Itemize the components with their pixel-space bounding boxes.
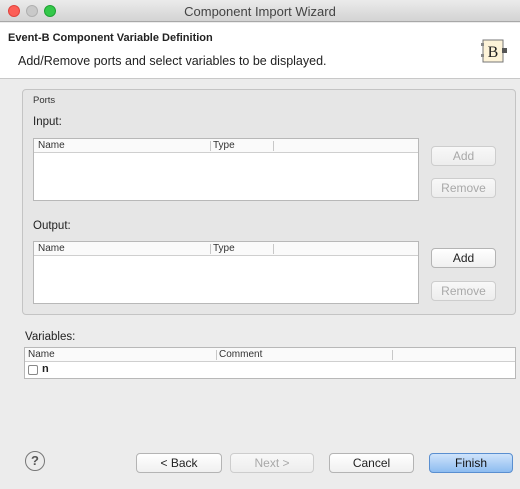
variable-checkbox[interactable] bbox=[28, 365, 38, 375]
input-col-name[interactable]: Name bbox=[38, 140, 65, 151]
variables-table[interactable]: Name Comment n bbox=[24, 347, 516, 379]
back-button[interactable]: < Back bbox=[136, 453, 222, 473]
window-title: Component Import Wizard bbox=[184, 4, 336, 19]
logo-letter: B bbox=[488, 44, 499, 61]
variables-table-header: Name Comment bbox=[25, 348, 515, 362]
wizard-page-title: Event-B Component Variable Definition bbox=[8, 32, 213, 44]
input-table-header: Name Type bbox=[34, 139, 418, 153]
event-b-logo-icon: B bbox=[481, 39, 507, 63]
input-remove-button[interactable]: Remove bbox=[431, 178, 496, 198]
finish-button[interactable]: Finish bbox=[429, 453, 513, 473]
help-icon[interactable]: ? bbox=[25, 451, 45, 471]
input-add-button[interactable]: Add bbox=[431, 146, 496, 166]
output-add-button[interactable]: Add bbox=[431, 248, 496, 268]
wizard-header: Event-B Component Variable Definition Ad… bbox=[0, 23, 520, 79]
ports-group-title: Ports bbox=[33, 95, 56, 106]
input-label: Input: bbox=[33, 116, 62, 128]
variables-col-name[interactable]: Name bbox=[28, 349, 55, 360]
output-col-type[interactable]: Type bbox=[213, 243, 235, 254]
wizard-page-description: Add/Remove ports and select variables to… bbox=[18, 54, 327, 68]
output-col-name[interactable]: Name bbox=[38, 243, 65, 254]
next-button[interactable]: Next > bbox=[230, 453, 314, 473]
variables-label: Variables: bbox=[25, 331, 76, 343]
output-label: Output: bbox=[33, 220, 71, 232]
variables-col-comment[interactable]: Comment bbox=[219, 349, 262, 360]
title-bar: Component Import Wizard bbox=[0, 0, 520, 22]
input-ports-table[interactable]: Name Type bbox=[33, 138, 419, 201]
output-remove-button[interactable]: Remove bbox=[431, 281, 496, 301]
input-col-type[interactable]: Type bbox=[213, 140, 235, 151]
cancel-button[interactable]: Cancel bbox=[329, 453, 414, 473]
output-ports-table[interactable]: Name Type bbox=[33, 241, 419, 304]
variable-row[interactable]: n bbox=[25, 363, 515, 377]
variable-name: n bbox=[42, 363, 49, 375]
output-table-header: Name Type bbox=[34, 242, 418, 256]
